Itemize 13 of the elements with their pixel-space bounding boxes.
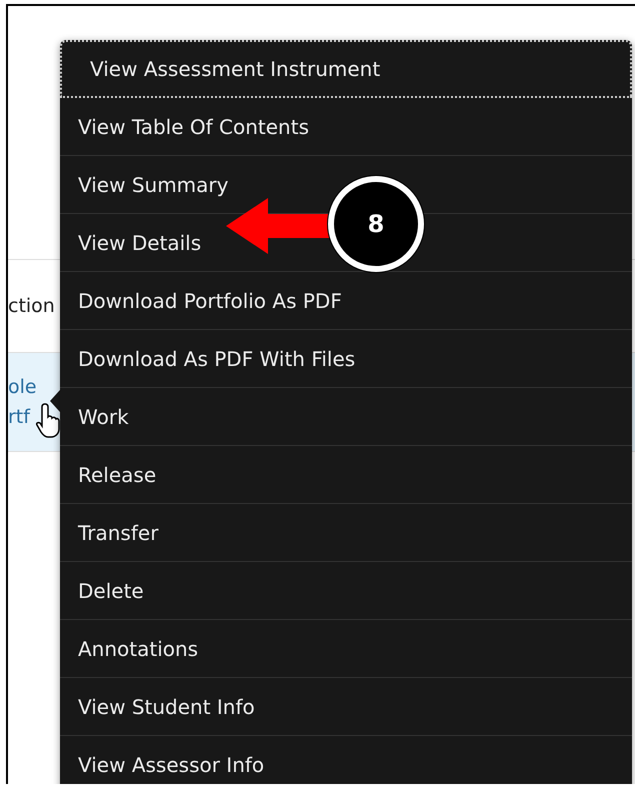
menu-item[interactable]: Release <box>60 446 632 504</box>
menu-item[interactable]: Delete <box>60 562 632 620</box>
menu-item[interactable]: View Assessor Info <box>60 736 632 784</box>
menu-item[interactable]: Transfer <box>60 504 632 562</box>
menu-item[interactable]: View Assessment Instrument <box>60 40 632 98</box>
menu-item[interactable]: Download As PDF With Files <box>60 330 632 388</box>
menu-item[interactable]: Download Portfolio As PDF <box>60 272 632 330</box>
menu-item[interactable]: Work <box>60 388 632 446</box>
cell-text: rtf <box>8 405 30 430</box>
cell-text: ole <box>8 375 37 400</box>
menu-item[interactable]: View Table Of Contents <box>60 98 632 156</box>
menu-item[interactable]: View Student Info <box>60 678 632 736</box>
menu-item[interactable]: Annotations <box>60 620 632 678</box>
